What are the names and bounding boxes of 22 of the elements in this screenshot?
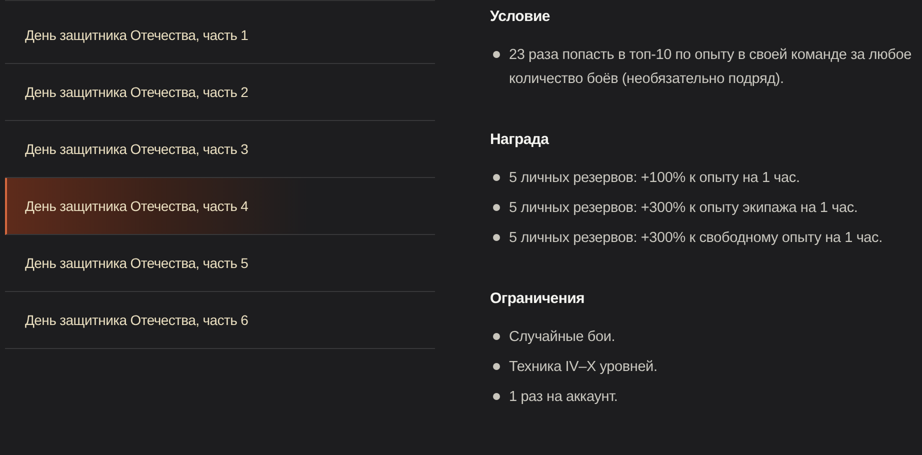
bullet-icon [493, 333, 500, 340]
nav-item[interactable]: День защитника Отечества, часть 1 [5, 7, 435, 64]
nav-item[interactable]: День защитника Отечества, часть 4 [5, 178, 435, 235]
nav-item[interactable]: День защитника Отечества, часть 2 [5, 64, 435, 121]
list-text: 23 раза попасть в топ-10 по опыту в своей команде за любое количество боёв (необязательно подряд). [509, 46, 912, 89]
nav-item[interactable]: День защитника Отечества, часть 6 [5, 292, 435, 349]
section-heading: Ограничения [490, 290, 586, 307]
list-text: Случайные бои. [509, 328, 616, 347]
bullet-icon [493, 174, 500, 181]
list-text: 1 раз на аккаунт. [509, 388, 618, 407]
bullet-icon [493, 51, 500, 58]
list-text: 5 личных резервов: +300% к свободному опыту на 1 час. [509, 229, 882, 248]
list-text: Техника IV–X уровней. [509, 358, 658, 377]
section-heading: Условие [490, 8, 551, 25]
section-heading: Награда [490, 131, 550, 148]
bullet-icon [493, 363, 500, 370]
bullet-icon [493, 393, 500, 400]
list-text: 5 личных резервов: +100% к опыту на 1 час. [509, 169, 800, 188]
bullet-icon [493, 204, 500, 211]
nav-item[interactable]: День защитника Отечества, часть 5 [5, 235, 435, 292]
list-text: 5 личных резервов: +300% к опыту экипажа на 1 час. [509, 199, 858, 218]
bullet-icon [493, 234, 500, 241]
